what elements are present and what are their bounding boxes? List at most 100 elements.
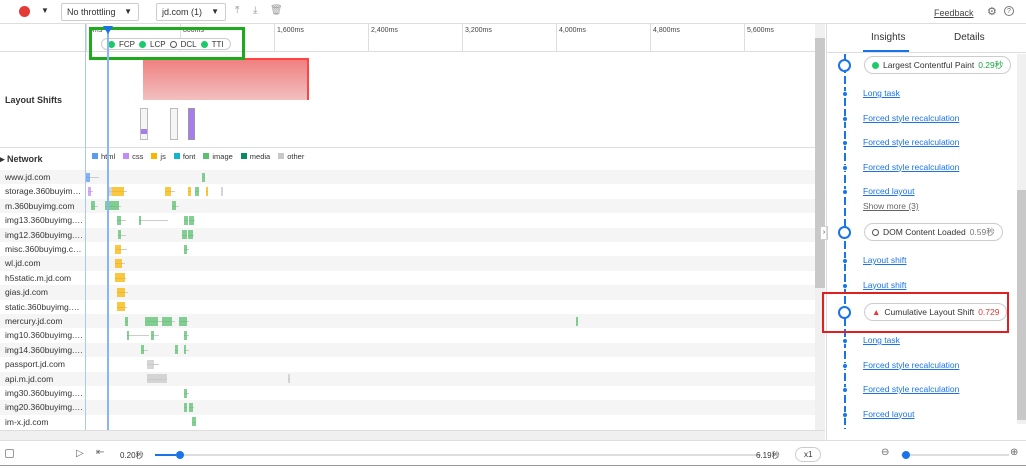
request-bar-css[interactable] bbox=[88, 186, 91, 196]
screenshot-icon[interactable] bbox=[5, 449, 14, 458]
network-row[interactable]: www.jd.com bbox=[0, 170, 815, 185]
insight-link[interactable]: Forced style recalculation bbox=[863, 113, 959, 123]
network-row[interactable]: img10.360buyimg.com bbox=[0, 328, 815, 342]
network-row[interactable]: passport.jd.com bbox=[0, 357, 815, 371]
dcl-pill[interactable]: DOM Content Loaded 0.59秒 bbox=[864, 223, 1003, 241]
request-bar-image[interactable] bbox=[183, 345, 186, 355]
network-row[interactable]: img13.360buyimg.com bbox=[0, 213, 815, 227]
request-bar-js[interactable] bbox=[164, 186, 171, 196]
insight-link[interactable]: Forced layout bbox=[863, 186, 915, 196]
insight-link[interactable]: Forced layout bbox=[863, 409, 915, 419]
request-bar-image[interactable] bbox=[138, 215, 142, 225]
request-bar-image[interactable] bbox=[178, 316, 188, 326]
request-bar-image[interactable] bbox=[127, 330, 130, 340]
layout-shift-thumbnail[interactable] bbox=[140, 108, 148, 140]
request-bar-image[interactable] bbox=[183, 402, 188, 412]
throttling-select[interactable]: No throttling ▼ bbox=[61, 3, 139, 21]
request-bar-image[interactable] bbox=[183, 330, 188, 340]
playhead-line[interactable] bbox=[107, 28, 109, 430]
network-row[interactable]: misc.360buyimg.com bbox=[0, 242, 815, 256]
insight-link[interactable]: Forced style recalculation bbox=[863, 137, 959, 147]
speed-button[interactable]: x1 bbox=[795, 447, 822, 462]
request-bar-image[interactable] bbox=[150, 330, 155, 340]
resize-divider[interactable] bbox=[0, 465, 1026, 466]
jump-start-icon[interactable]: ⇤ bbox=[96, 447, 104, 458]
request-bar-js[interactable] bbox=[188, 186, 191, 196]
request-bar-image[interactable] bbox=[188, 230, 193, 240]
download-icon[interactable]: ⤓ bbox=[253, 5, 257, 16]
insights-scrollbar[interactable] bbox=[1017, 54, 1026, 424]
request-bar-js[interactable] bbox=[205, 186, 209, 196]
insight-link[interactable]: Long task bbox=[863, 88, 900, 98]
network-row[interactable]: img20.360buyimg.com bbox=[0, 400, 815, 415]
insight-link[interactable]: Forced style recalculation bbox=[863, 384, 959, 394]
lcp-pill[interactable]: Largest Contentful Paint 0.29秒 bbox=[864, 56, 1012, 74]
network-row[interactable]: api.m.jd.com bbox=[0, 371, 815, 386]
network-label[interactable]: ▸ Network bbox=[0, 154, 43, 165]
request-bar-image[interactable] bbox=[183, 244, 188, 254]
request-bar-image[interactable] bbox=[90, 201, 96, 211]
request-bar-image[interactable] bbox=[182, 230, 188, 240]
zoom-knob[interactable] bbox=[902, 451, 911, 459]
request-bar-html[interactable] bbox=[86, 172, 90, 182]
network-row[interactable]: h5static.m.jd.com bbox=[0, 271, 815, 285]
request-bar-image[interactable] bbox=[189, 402, 193, 412]
layout-shift-thumbnail[interactable] bbox=[188, 108, 195, 140]
settings-gear-icon[interactable]: ⚙ bbox=[987, 5, 997, 18]
request-bar-js[interactable] bbox=[115, 258, 123, 268]
network-row[interactable]: static.360buyimg.com bbox=[0, 300, 815, 314]
request-bar-image[interactable] bbox=[189, 215, 195, 225]
request-bar-image[interactable] bbox=[175, 345, 178, 355]
request-bar-image[interactable] bbox=[141, 345, 144, 355]
layout-shift-thumbnail[interactable] bbox=[170, 108, 178, 140]
request-bar-js[interactable] bbox=[115, 244, 122, 254]
request-bar-other[interactable] bbox=[147, 359, 155, 369]
record-menu-caret-icon[interactable]: ▼ bbox=[41, 6, 49, 15]
network-row[interactable]: storage.360buyimg.com bbox=[0, 184, 815, 198]
request-bar-other[interactable] bbox=[147, 374, 168, 384]
network-row[interactable]: m.360buyimg.com bbox=[0, 198, 815, 214]
request-bar-other[interactable] bbox=[221, 186, 224, 196]
request-bar-image[interactable] bbox=[183, 388, 188, 398]
show-more-link[interactable]: Show more (3) bbox=[863, 201, 919, 211]
request-bar-js[interactable] bbox=[116, 302, 125, 312]
insight-link[interactable]: Long task bbox=[863, 335, 900, 345]
network-row[interactable]: img30.360buyimg.com bbox=[0, 386, 815, 400]
network-row[interactable]: gias.jd.com bbox=[0, 285, 815, 300]
request-bar-image[interactable] bbox=[191, 417, 197, 427]
network-row[interactable]: im-x.jd.com bbox=[0, 415, 815, 429]
request-bar-image[interactable] bbox=[575, 316, 578, 326]
help-icon[interactable]: ? bbox=[1004, 6, 1014, 16]
request-bar-image[interactable] bbox=[117, 230, 122, 240]
request-bar-image[interactable] bbox=[183, 215, 189, 225]
request-bar-js[interactable] bbox=[111, 186, 124, 196]
request-bar-js[interactable] bbox=[115, 273, 125, 283]
insight-link[interactable]: Layout shift bbox=[863, 280, 906, 290]
play-icon[interactable]: ▷ bbox=[76, 448, 84, 459]
insight-link[interactable]: Forced style recalculation bbox=[863, 360, 959, 370]
request-bar-image[interactable] bbox=[171, 201, 177, 211]
request-bar-image[interactable] bbox=[144, 316, 158, 326]
request-bar-image[interactable] bbox=[124, 316, 129, 326]
request-bar-js[interactable] bbox=[116, 287, 125, 297]
insight-link[interactable]: Layout shift bbox=[863, 255, 906, 265]
upload-icon[interactable]: ⤒ bbox=[235, 5, 239, 16]
playback-knob[interactable] bbox=[176, 451, 185, 459]
zoom-out-icon[interactable]: ⊖ bbox=[881, 447, 889, 458]
profile-select[interactable]: jd.com (1) ▼ bbox=[156, 3, 226, 21]
horizontal-scrollbar[interactable] bbox=[0, 430, 825, 440]
record-button[interactable] bbox=[19, 6, 30, 17]
request-bar-image[interactable] bbox=[116, 215, 122, 225]
network-row[interactable]: img12.360buyimg.com bbox=[0, 227, 815, 242]
trash-icon[interactable]: 🗑 bbox=[270, 5, 283, 16]
feedback-link[interactable]: Feedback bbox=[934, 8, 974, 18]
request-bar-image[interactable] bbox=[162, 316, 172, 326]
layout-shift-cluster[interactable] bbox=[143, 58, 309, 100]
zoom-in-icon[interactable]: ⊕ bbox=[1010, 447, 1018, 458]
network-row[interactable]: wl.jd.com bbox=[0, 256, 815, 271]
request-bar-other[interactable] bbox=[288, 374, 291, 384]
insight-link[interactable]: Forced style recalculation bbox=[863, 162, 959, 172]
network-row[interactable]: img14.360buyimg.com bbox=[0, 342, 815, 358]
request-bar-image[interactable] bbox=[202, 172, 205, 182]
playback-slider[interactable] bbox=[155, 454, 761, 456]
